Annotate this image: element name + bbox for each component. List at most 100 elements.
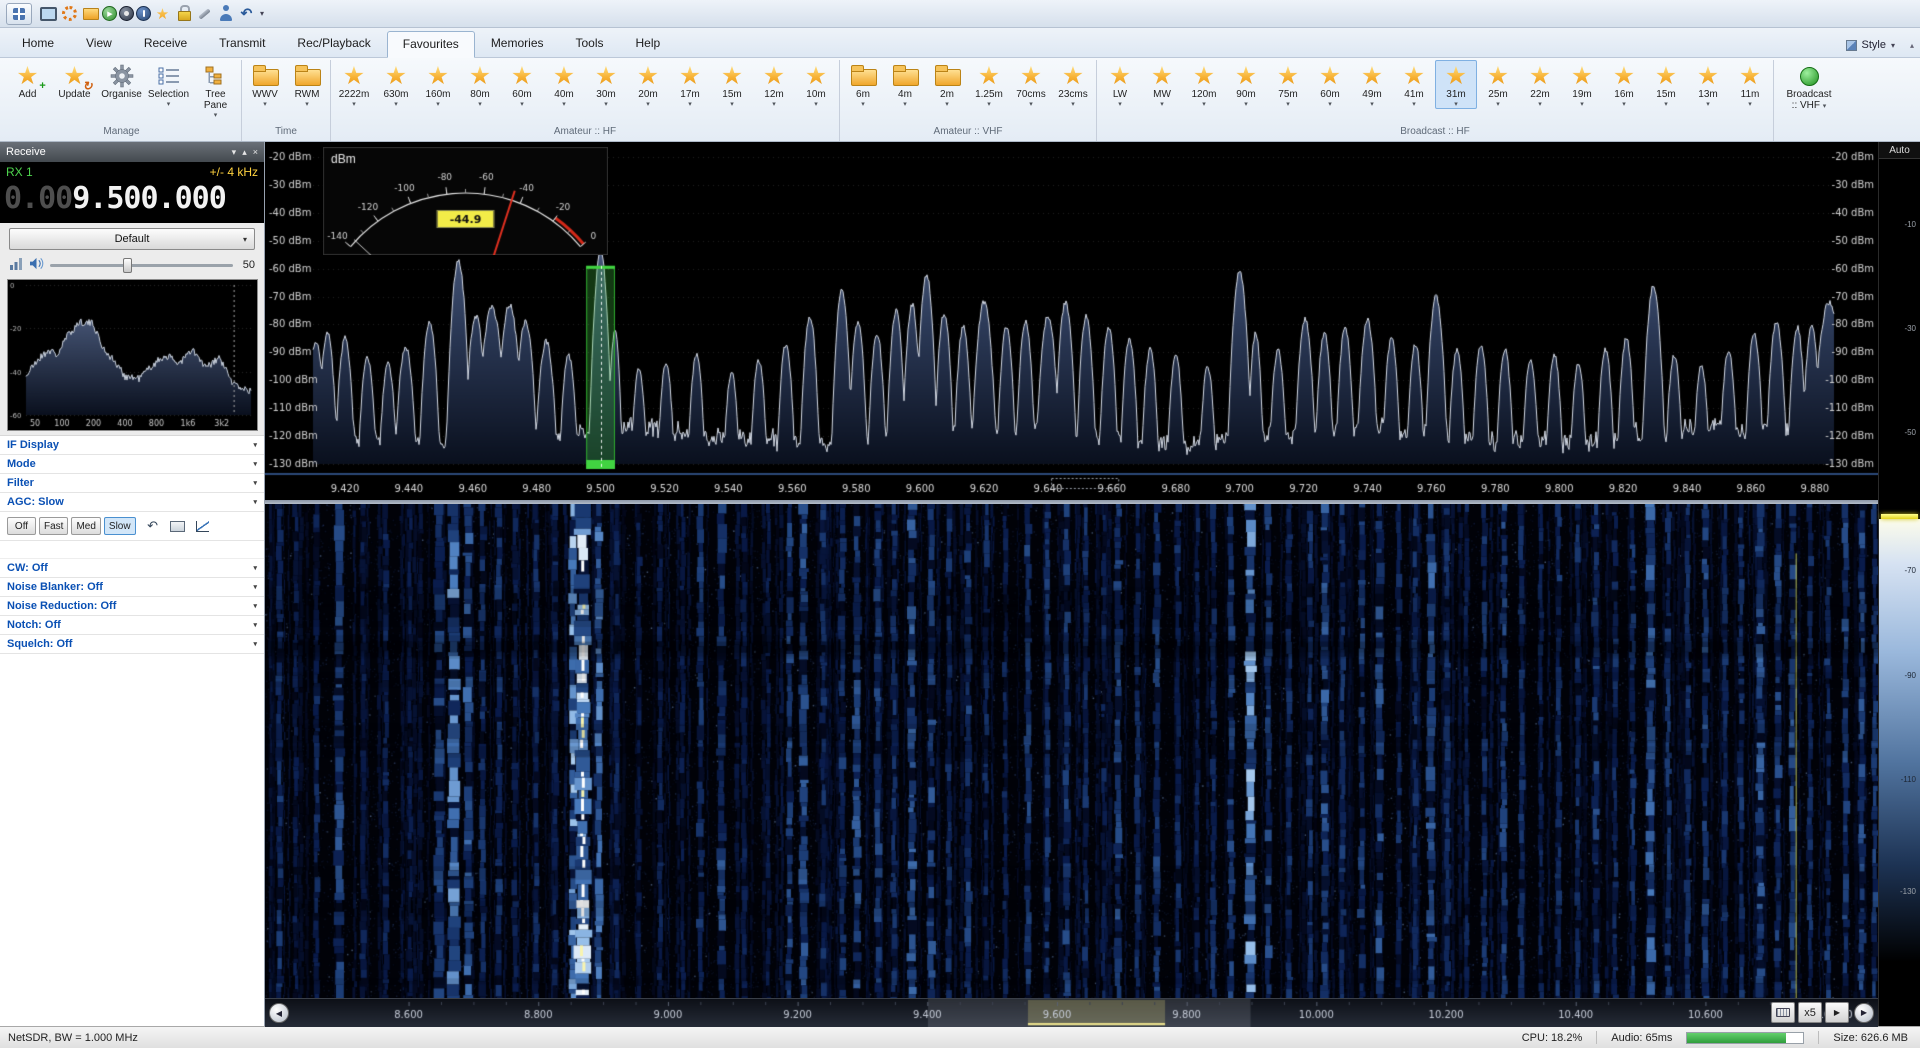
favourite-band-button[interactable]: 2222m ▾	[333, 60, 375, 109]
ribbon-tab[interactable]: Rec/Playback	[281, 30, 386, 57]
organise-button[interactable]: Organise	[98, 60, 145, 101]
update-favourite-button[interactable]: ↻ Update	[51, 60, 98, 101]
pin-icon[interactable]: ▴	[242, 147, 247, 158]
chevron-down-icon[interactable]: ▾	[232, 147, 237, 158]
ribbon-tab[interactable]: Receive	[128, 30, 203, 57]
levels-icon[interactable]	[9, 257, 23, 273]
dsp-section-row[interactable]: AGC: Slow ▾	[0, 493, 264, 512]
dsp-section-row[interactable]: Notch: Off ▾	[0, 616, 264, 635]
favourite-band-button[interactable]: 6m ▾	[842, 60, 884, 109]
favourite-band-button[interactable]: 630m ▾	[375, 60, 417, 109]
favourite-band-button[interactable]: 30m ▾	[585, 60, 627, 109]
quick-access-icon[interactable]	[60, 4, 79, 23]
dsp-section-row[interactable]: Mode ▾	[0, 455, 264, 474]
dsp-section-row[interactable]: Squelch: Off ▾	[0, 635, 264, 654]
favourite-band-button[interactable]: 80m ▾	[459, 60, 501, 109]
broadcast-vhf-button[interactable]: Broadcast :: VHF ▾	[1776, 60, 1842, 113]
agc-mode-button[interactable]: Fast	[39, 517, 68, 535]
quick-access-icon[interactable]	[102, 6, 117, 21]
favourite-band-button[interactable]: MW ▾	[1141, 60, 1183, 109]
keyboard-entry-button[interactable]	[1771, 1002, 1795, 1023]
notes-icon[interactable]	[170, 519, 186, 533]
profile-dropdown[interactable]: Default ▾	[9, 228, 255, 250]
favourite-band-button[interactable]: 17m ▾	[669, 60, 711, 109]
quick-access-icon[interactable]	[81, 4, 100, 23]
quick-access-icon[interactable]	[237, 4, 256, 23]
waterfall-contrast-slider[interactable]: -10-30-50-70-90-110-130	[1879, 159, 1920, 1026]
filter-width-label[interactable]: +/- 4 kHz	[210, 165, 258, 179]
graph-icon[interactable]	[195, 519, 211, 533]
favourite-band-button[interactable]: 70cms ▾	[1010, 60, 1052, 109]
favourite-band-button[interactable]: 22m ▾	[1519, 60, 1561, 109]
favourite-band-button[interactable]: 90m ▾	[1225, 60, 1267, 109]
nav-step-right-button[interactable]: ▶	[1825, 1002, 1849, 1023]
style-dropdown-icon[interactable]: ▾	[1891, 41, 1895, 50]
favourite-band-button[interactable]: 20m ▾	[627, 60, 669, 109]
tree-pane-button[interactable]: Tree Pane ▾	[192, 60, 239, 120]
ribbon-tab[interactable]: Help	[620, 30, 677, 57]
dsp-section-row[interactable]: Noise Blanker: Off ▾	[0, 578, 264, 597]
frequency-display[interactable]: 0.009.500.000	[0, 180, 264, 223]
favourite-band-button[interactable]: 41m ▾	[1393, 60, 1435, 109]
favourite-band-button[interactable]: 40m ▾	[543, 60, 585, 109]
ribbon-tab[interactable]: Memories	[475, 30, 560, 57]
audio-spectrum-display[interactable]	[7, 279, 258, 431]
favourite-band-button[interactable]: 10m ▾	[795, 60, 837, 109]
favourite-band-button[interactable]: 160m ▾	[417, 60, 459, 109]
favourite-band-button[interactable]: 1.25m ▾	[968, 60, 1010, 109]
qat-dropdown-icon[interactable]: ▾	[260, 9, 264, 18]
favourite-band-button[interactable]: 15m ▾	[1645, 60, 1687, 109]
favourite-band-button[interactable]: 16m ▾	[1603, 60, 1645, 109]
zoom-x5-button[interactable]: x5	[1798, 1002, 1822, 1023]
favourite-band-button[interactable]: 75m ▾	[1267, 60, 1309, 109]
favourite-band-button[interactable]: 2m ▾	[926, 60, 968, 109]
favourite-band-button[interactable]: RWM ▾	[286, 60, 328, 109]
nav-left-button[interactable]: ◀	[269, 1003, 289, 1023]
ribbon-collapse-icon[interactable]: ▴	[1910, 41, 1914, 50]
dsp-section-row[interactable]: Noise Reduction: Off ▾	[0, 597, 264, 616]
agc-mode-button[interactable]: Slow	[104, 517, 136, 535]
undo-icon[interactable]: ↶	[145, 519, 161, 533]
volume-slider[interactable]	[50, 264, 233, 267]
dsp-section-row[interactable]: CW: Off ▾	[0, 559, 264, 578]
scale-marker-handle[interactable]	[1881, 514, 1918, 519]
selection-button[interactable]: Selection ▾	[145, 60, 192, 109]
favourite-band-button[interactable]: 11m ▾	[1729, 60, 1771, 109]
ribbon-tab[interactable]: Favourites	[387, 31, 475, 58]
agc-mode-button[interactable]: Off	[7, 517, 36, 535]
ribbon-tab[interactable]: Tools	[560, 30, 620, 57]
auto-scale-button[interactable]: Auto	[1879, 142, 1920, 159]
quick-access-icon[interactable]	[195, 4, 214, 23]
ribbon-tab[interactable]: Transmit	[203, 30, 281, 57]
speaker-icon[interactable]	[29, 257, 44, 273]
favourite-band-button[interactable]: 4m ▾	[884, 60, 926, 109]
app-menu-button[interactable]	[6, 3, 32, 25]
ribbon-tab[interactable]: Home	[6, 30, 70, 57]
receive-panel-header[interactable]: Receive ▾ ▴ ×	[0, 142, 264, 162]
close-icon[interactable]: ×	[253, 147, 258, 157]
favourite-band-button[interactable]: 23cms ▾	[1052, 60, 1094, 109]
quick-access-icon[interactable]	[216, 4, 235, 23]
favourite-band-button[interactable]: 120m ▾	[1183, 60, 1225, 109]
style-label[interactable]: Style	[1862, 39, 1886, 51]
waterfall-canvas[interactable]	[265, 504, 1878, 998]
favourite-band-button[interactable]: 12m ▾	[753, 60, 795, 109]
favourite-band-button[interactable]: 15m ▾	[711, 60, 753, 109]
agc-mode-button[interactable]: Med	[71, 517, 100, 535]
band-navigator[interactable]: ◀ x5 ▶ ▶	[265, 998, 1878, 1026]
favourite-band-button[interactable]: 60m ▾	[1309, 60, 1351, 109]
quick-access-icon[interactable]	[119, 6, 134, 21]
add-favourite-button[interactable]: + Add	[4, 60, 51, 101]
favourite-band-button[interactable]: 49m ▾	[1351, 60, 1393, 109]
ribbon-tab[interactable]: View	[70, 30, 128, 57]
volume-slider-handle[interactable]	[123, 258, 132, 273]
favourite-band-button[interactable]: WWV ▾	[244, 60, 286, 109]
favourite-band-button[interactable]: 31m ▾	[1435, 60, 1477, 109]
favourite-band-button[interactable]: 25m ▾	[1477, 60, 1519, 109]
quick-access-icon[interactable]	[136, 6, 151, 21]
quick-access-icon[interactable]	[39, 4, 58, 23]
favourite-band-button[interactable]: LW ▾	[1099, 60, 1141, 109]
band-navigator-scale[interactable]	[265, 999, 1878, 1027]
nav-right-button[interactable]: ▶	[1854, 1003, 1874, 1023]
dsp-section-row[interactable]: IF Display ▾	[0, 436, 264, 455]
